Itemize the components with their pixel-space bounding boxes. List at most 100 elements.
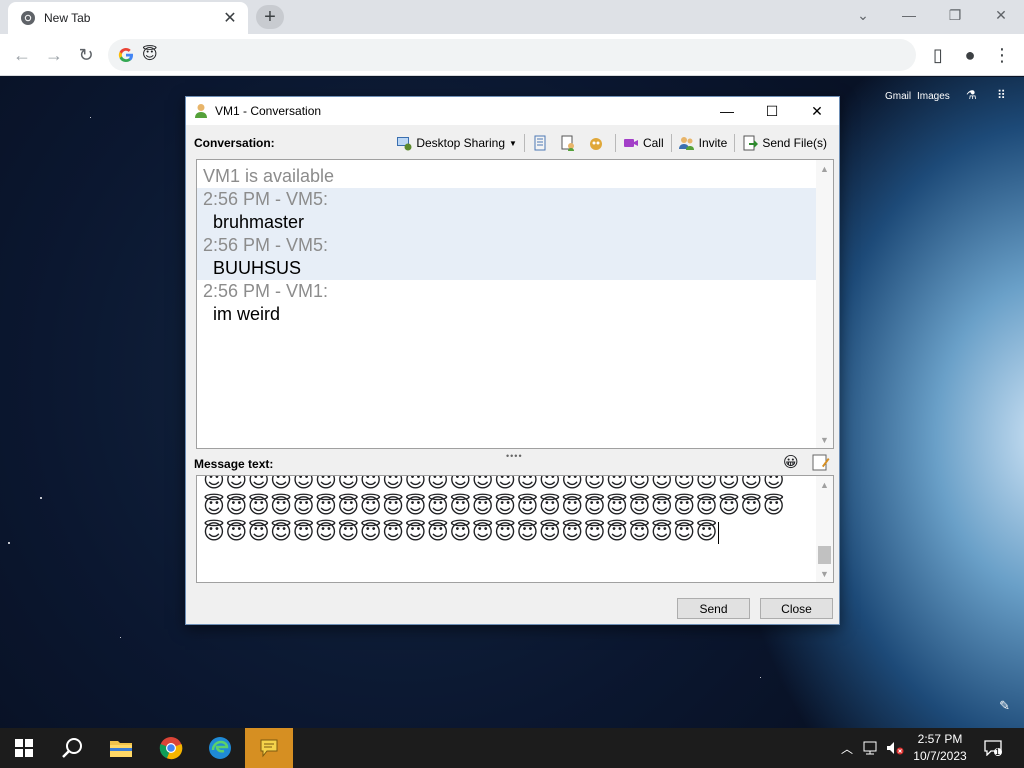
message-header: 2:56 PM - VM5: [203, 235, 329, 255]
star [40, 497, 42, 499]
desktop-sharing-label: Desktop Sharing [416, 136, 506, 150]
chrome-icon [159, 737, 183, 760]
emoji-text-content: 😇😇😇😇😇😇😇😇😇😇😇😇😇😇😇😇😇😇😇😇😇😇😇😇😇😇😇😇😇😇😇😇😇😇😇😇😇😇😇😇… [203, 476, 803, 546]
new-tab-button[interactable]: + [256, 5, 284, 29]
desktop-sharing-button[interactable]: Desktop Sharing ▼ [392, 132, 521, 154]
side-panel-icon[interactable]: ▯ [925, 42, 951, 68]
profile-icon[interactable]: ● [957, 42, 983, 68]
toolbar-separator [670, 134, 672, 152]
network-icon[interactable] [860, 728, 882, 768]
minimize-icon[interactable]: — [895, 4, 923, 26]
edge-icon [209, 737, 231, 759]
folder-icon [110, 741, 132, 757]
whiteboard-icon [534, 135, 546, 151]
invite-button[interactable]: Invite [675, 132, 732, 154]
search-button[interactable] [48, 728, 96, 768]
message-block: 2:56 PM - VM5: bruhmaster 2:56 PM - VM5:… [197, 188, 816, 280]
desktop-sharing-icon [397, 137, 412, 151]
apps-grid-icon[interactable]: ⠿ [997, 88, 1006, 102]
message-text: im weird [213, 304, 281, 324]
font-style-icon[interactable] [812, 454, 830, 471]
taskbar-edge[interactable] [196, 728, 244, 768]
back-icon[interactable]: ← [9, 42, 35, 68]
tab-title: New Tab [44, 11, 91, 25]
scroll-up-icon[interactable]: ▲ [816, 476, 833, 493]
scroll-thumb[interactable] [818, 546, 831, 564]
taskbar-chrome[interactable] [147, 728, 195, 768]
message-text: bruhmaster [213, 212, 305, 232]
images-link[interactable]: Images [917, 91, 950, 102]
chrome-icon [21, 11, 35, 25]
forward-icon[interactable]: → [41, 42, 67, 68]
window-close-icon[interactable]: ✕ [794, 97, 840, 125]
notification-center[interactable]: 1 [982, 728, 1004, 768]
star [760, 677, 761, 678]
notification-count: 1 [995, 747, 1001, 757]
conversation-window: VM1 - Conversation — ☐ ✕ Conversation: D… [185, 96, 840, 625]
call-label: Call [642, 136, 664, 150]
invite-icon [678, 137, 694, 150]
browser-tabstrip: New Tab ✕ + ⌄ — ❐ ✕ [0, 0, 1024, 34]
compose-scrollbar[interactable]: ▲ ▼ [816, 476, 833, 582]
google-icon [118, 47, 133, 63]
windows-icon [15, 739, 33, 757]
start-button[interactable] [0, 728, 48, 768]
message-header: 2:56 PM - VM5: [203, 189, 329, 209]
tab-search-icon[interactable]: ⌄ [849, 4, 877, 26]
window-minimize-icon[interactable]: — [704, 97, 750, 125]
clock-time: 2:57 PM [917, 732, 963, 746]
gmail-link[interactable]: Gmail [885, 91, 911, 102]
close-button[interactable]: Close [760, 598, 833, 619]
toolbar-separator [523, 134, 525, 152]
window-maximize-icon[interactable]: ☐ [749, 97, 795, 125]
status-line: VM1 is available [203, 166, 335, 186]
send-files-label: Send File(s) [762, 136, 827, 150]
star [8, 542, 10, 544]
scroll-up-icon[interactable]: ▲ [816, 160, 833, 177]
address-emoji: 😇 [142, 46, 158, 63]
contact-info-button[interactable] [556, 132, 584, 154]
menu-icon[interactable]: ⋮ [989, 42, 1015, 68]
taskbar: ︿ 2:57 PM 10/7/2023 1 [0, 728, 1024, 768]
star [120, 637, 121, 638]
history-scrollbar[interactable]: ▲ ▼ [816, 160, 833, 448]
search-icon [62, 738, 82, 758]
send-button[interactable]: Send [677, 598, 750, 619]
scroll-down-icon[interactable]: ▼ [816, 431, 833, 448]
taskbar-messenger[interactable] [245, 728, 293, 768]
toolbar-separator [734, 134, 736, 152]
reload-icon[interactable]: ↻ [73, 42, 99, 68]
close-browser-icon[interactable]: ✕ [987, 4, 1015, 26]
taskbar-file-explorer[interactable] [97, 728, 145, 768]
scroll-down-icon[interactable]: ▼ [816, 565, 833, 582]
conversation-label: Conversation: [194, 136, 275, 150]
send-files-button[interactable]: Send File(s) [738, 132, 831, 154]
games-button[interactable] [584, 132, 612, 154]
restore-icon[interactable]: ❐ [941, 4, 969, 26]
contact-info-icon [561, 135, 574, 151]
invite-label: Invite [698, 136, 728, 150]
window-title: VM1 - Conversation [215, 104, 322, 118]
window-titlebar: VM1 - Conversation — ☐ ✕ [186, 97, 839, 125]
clock-date: 10/7/2023 [913, 749, 967, 763]
dropdown-arrow-icon: ▼ [509, 138, 517, 148]
games-icon [589, 138, 602, 150]
page-links: Gmail Images ⚗ ⠿ [824, 87, 1024, 107]
call-button[interactable]: Call [619, 132, 668, 154]
buddy-icon [195, 104, 207, 118]
send-files-icon [743, 135, 759, 151]
message-input[interactable]: 😇😇😇😇😇😇😇😇😇😇😇😇😇😇😇😇😇😇😇😇😇😇😇😇😇😇😇😇😇😇😇😇😇😇😇😇😇😇😇😇… [196, 475, 834, 583]
customize-pencil-icon[interactable]: ✎ [999, 698, 1010, 714]
toolbar-separator [614, 134, 616, 152]
tab-new-tab[interactable]: New Tab ✕ [8, 2, 248, 34]
labs-icon[interactable]: ⚗ [966, 88, 977, 102]
emoticon-picker-icon[interactable]: 😀 [783, 453, 799, 471]
tab-close-icon[interactable]: ✕ [220, 8, 240, 28]
tray-overflow-icon[interactable]: ︿ [838, 728, 856, 768]
conversation-toolbar: Desktop Sharing ▼ Call Invite Send File(… [392, 132, 831, 154]
pane-splitter-handle[interactable]: •••• [506, 451, 523, 461]
system-clock[interactable]: 2:57 PM 10/7/2023 [902, 731, 978, 765]
message-text: BUUHSUS [213, 258, 302, 278]
whiteboard-button[interactable] [528, 132, 556, 154]
address-bar[interactable]: 😇 [108, 39, 916, 71]
